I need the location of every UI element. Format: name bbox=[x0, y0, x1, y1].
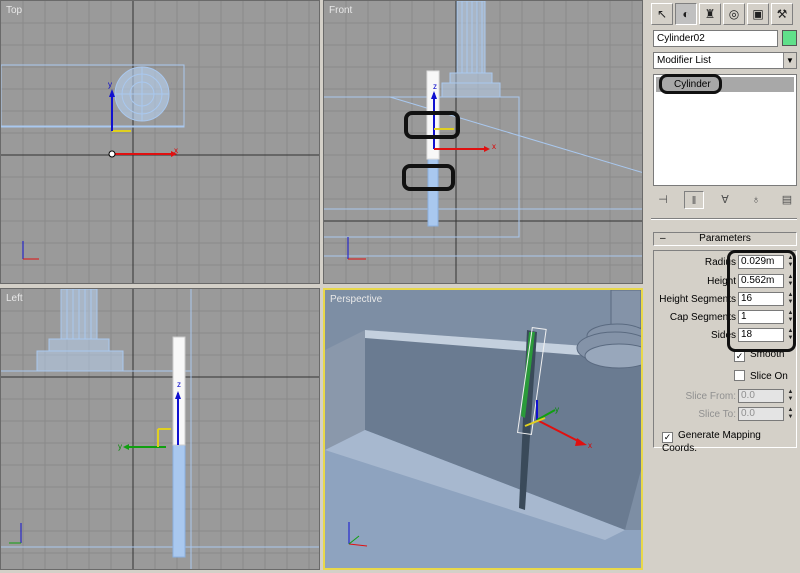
axis-label-z-left: z bbox=[177, 380, 181, 389]
smooth-checkbox[interactable]: ✓ bbox=[734, 351, 745, 362]
show-end-result-icon[interactable]: ‖ bbox=[684, 191, 704, 209]
highlight-parameters bbox=[727, 250, 796, 352]
viewport-label-perspective[interactable]: Perspective bbox=[330, 294, 382, 305]
param-label: Slice From: bbox=[685, 391, 736, 402]
axis-label-x: x bbox=[174, 146, 178, 155]
axis-label-x-persp: x bbox=[588, 441, 592, 450]
viewport-label-top[interactable]: Top bbox=[6, 5, 22, 16]
stack-buttons: ⊣ ‖ ∀ ♁ ▤ bbox=[653, 190, 797, 210]
spinner-icon[interactable]: ▲ ▼ bbox=[786, 407, 795, 421]
slice-on-checkbox[interactable] bbox=[734, 370, 745, 381]
top-viewport-scene: x y bbox=[1, 1, 319, 283]
collapse-icon: – bbox=[660, 233, 666, 244]
param-slice-to: Slice To: 0.0 ▲ ▼ bbox=[654, 407, 798, 423]
parameters-rollout-header[interactable]: – Parameters bbox=[653, 232, 797, 246]
slice-on-label: Slice On bbox=[750, 371, 788, 382]
slice-from-field[interactable]: 0.0 bbox=[738, 389, 784, 403]
axis-label-z: z bbox=[433, 82, 437, 91]
chevron-down-icon[interactable]: ▼ bbox=[783, 53, 796, 68]
object-color-swatch[interactable] bbox=[782, 30, 797, 46]
hierarchy-icon[interactable]: ♜ bbox=[699, 3, 721, 25]
top-viewport[interactable]: Top x y bbox=[0, 0, 320, 284]
3ds-max-window: Top x y Front z x Left y z Perspective x… bbox=[0, 0, 800, 573]
param-slice-from: Slice From: 0.0 ▲ ▼ bbox=[654, 389, 798, 405]
make-unique-icon[interactable]: ∀ bbox=[715, 191, 735, 209]
utilities-icon[interactable]: ⚒ bbox=[771, 3, 793, 25]
modifier-list-label: Modifier List bbox=[657, 55, 711, 66]
gen-mapping-label: Generate Mapping Coords. bbox=[662, 430, 761, 454]
spinner-icon[interactable]: ▲ ▼ bbox=[786, 389, 795, 403]
axis-label-y: y bbox=[108, 80, 112, 89]
world-axis-tripod bbox=[22, 241, 39, 260]
front-viewport[interactable]: Front z x bbox=[323, 0, 643, 284]
param-label: Slice To: bbox=[698, 409, 736, 420]
create-icon[interactable]: ↖ bbox=[651, 3, 673, 25]
remove-modifier-icon[interactable]: ♁ bbox=[746, 191, 766, 209]
perspective-viewport[interactable]: Perspective x y bbox=[323, 288, 643, 570]
slice-to-field[interactable]: 0.0 bbox=[738, 407, 784, 421]
column-base-wire bbox=[36, 289, 124, 372]
modifier-list-dropdown[interactable]: Modifier List ▼ bbox=[653, 52, 797, 69]
command-panel-tabs: ↖ ◐ ♜ ◎ ▣ ⚒ bbox=[651, 3, 799, 27]
highlight-cylinder-top bbox=[404, 111, 460, 139]
object-name-field[interactable]: Cylinder02 bbox=[653, 30, 778, 47]
motion-icon[interactable]: ◎ bbox=[723, 3, 745, 25]
modify-icon[interactable]: ◐ bbox=[675, 3, 697, 25]
left-wall bbox=[325, 330, 365, 450]
display-icon[interactable]: ▣ bbox=[747, 3, 769, 25]
rollout-title: Parameters bbox=[699, 233, 751, 244]
grid bbox=[1, 1, 319, 283]
separator bbox=[651, 218, 797, 220]
gen-mapping-checkbox[interactable]: ✓ bbox=[662, 432, 673, 443]
axis-label-x-front: x bbox=[492, 142, 496, 151]
cylinder-left bbox=[172, 336, 186, 558]
perspective-viewport-scene: x y bbox=[325, 290, 641, 568]
command-panel: ↖ ◐ ♜ ◎ ▣ ⚒ Cylinder02 Modifier List ▼ C… bbox=[647, 0, 800, 573]
viewport-divider-horizontal[interactable] bbox=[0, 284, 645, 288]
slice-on-checkbox-row[interactable]: Slice On bbox=[734, 370, 788, 382]
param-label: Height Segments bbox=[659, 294, 736, 305]
viewport-label-front[interactable]: Front bbox=[329, 5, 352, 16]
axis-label-y-persp: y bbox=[555, 405, 559, 414]
highlight-cylinder-mid bbox=[402, 164, 455, 191]
column-top-wire bbox=[114, 66, 170, 122]
column-base-wire bbox=[441, 1, 501, 98]
left-viewport-scene: y z bbox=[1, 289, 319, 569]
viewport-label-left[interactable]: Left bbox=[6, 293, 23, 304]
highlight-stack-item bbox=[659, 74, 722, 94]
gen-mapping-checkbox-row[interactable]: ✓ Generate Mapping Coords. bbox=[662, 430, 796, 454]
left-viewport[interactable]: Left y z bbox=[0, 288, 320, 570]
front-viewport-scene: z x bbox=[324, 1, 642, 283]
pin-stack-icon[interactable]: ⊣ bbox=[653, 191, 673, 209]
axis-label-y-left: y bbox=[118, 442, 122, 451]
configure-modifier-sets-icon[interactable]: ▤ bbox=[777, 191, 797, 209]
